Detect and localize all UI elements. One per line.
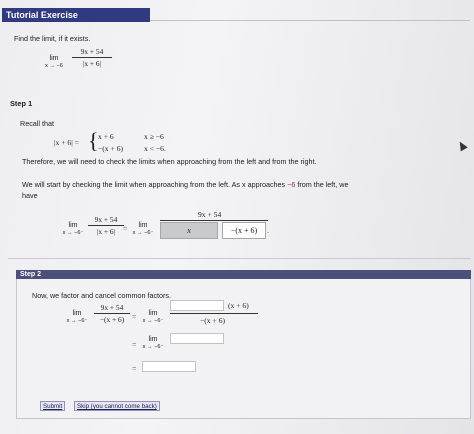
step2-lim-2: lim x → −6⁻ xyxy=(138,336,168,350)
step2-numerator-input[interactable] xyxy=(170,300,224,311)
step2-equals-2: = xyxy=(132,340,137,349)
left-intro-value: −6 xyxy=(287,180,296,189)
step1-rhs-numerator: 9x + 54 xyxy=(198,210,222,219)
problem-instruction: Find the limit, if it exists. xyxy=(14,34,91,43)
case1-expr: x + 6 xyxy=(98,132,114,141)
lim-text: lim xyxy=(148,336,158,343)
step2-panel xyxy=(16,279,471,419)
lim-text: lim xyxy=(49,55,59,62)
step1-denominator: |x + 6| xyxy=(96,227,116,236)
lim-text: lim xyxy=(72,310,82,317)
lim-approach: x → −6⁻ xyxy=(142,344,164,350)
abs-lhs: |x + 6| = xyxy=(54,138,79,147)
step1-lim-rhs: lim x → −6⁻ xyxy=(128,222,158,236)
step2-rhs-den: −(x + 6) xyxy=(200,316,226,325)
skip-button[interactable]: Skip (you cannot come back) xyxy=(74,401,160,411)
left-intro-a: We will start by checking the limit when… xyxy=(22,180,286,189)
piecewise-brace: { xyxy=(88,128,99,153)
step1-label: Step 1 xyxy=(10,99,33,108)
lim-approach: x → −6⁻ xyxy=(62,230,84,236)
recall-text: Recall that xyxy=(20,119,54,128)
answer-input-denominator[interactable]: −(x + 6) xyxy=(222,222,266,239)
fraction-bar xyxy=(88,225,124,226)
step1-fraction: 9x + 54 |x + 6| xyxy=(88,215,124,236)
page: Tutorial Exercise Find the limit, if it … xyxy=(0,0,474,434)
left-intro-b: from the left, we xyxy=(297,180,349,189)
step2-fraction: 9x + 54 −(x + 6) xyxy=(94,303,130,324)
problem-numerator: 9x + 54 xyxy=(80,47,104,56)
step1-equals: = xyxy=(123,224,128,233)
lim-approach: x → −6 xyxy=(45,63,63,69)
step2-lim-rhs: lim x → −6⁻ xyxy=(138,310,168,324)
lim-approach: x → −6⁻ xyxy=(66,318,88,324)
case2-cond: x < −6. xyxy=(144,144,166,153)
lim-text: lim xyxy=(68,222,78,229)
step2-label: Step 2 xyxy=(16,270,471,279)
step2-rhs-num: (x + 6) xyxy=(228,301,249,310)
problem-denominator: |x + 6| xyxy=(82,59,102,68)
answer-input-x[interactable]: x xyxy=(160,222,218,239)
lim-text: lim xyxy=(148,310,158,317)
problem-fraction: 9x + 54 |x + 6| xyxy=(72,47,112,68)
left-intro-line1: We will start by checking the limit when… xyxy=(22,180,348,189)
rhs-fraction-bar xyxy=(160,220,268,221)
step2-equals: = xyxy=(132,312,137,321)
tutorial-header: Tutorial Exercise xyxy=(2,8,150,22)
lim-text: lim xyxy=(138,222,148,229)
step2-numerator: 9x + 54 xyxy=(100,303,124,312)
step1-period: . xyxy=(267,226,269,235)
problem-lim: lim x → −6 xyxy=(40,55,68,69)
step2-final-input[interactable] xyxy=(142,361,196,372)
lim-approach: x → −6⁻ xyxy=(142,318,164,324)
fraction-bar xyxy=(94,313,130,314)
step2-rhs-bar xyxy=(170,313,258,314)
case1-cond: x ≥ −6 xyxy=(144,132,164,141)
step2-lim: lim x → −6⁻ xyxy=(62,310,92,324)
lim-approach: x → −6⁻ xyxy=(132,230,154,236)
header-rule xyxy=(150,20,470,21)
left-intro-line2: have xyxy=(22,191,38,200)
fraction-bar xyxy=(72,57,112,58)
case2-expr: −(x + 6) xyxy=(98,144,124,153)
step1-lim: lim x → −6⁻ xyxy=(58,222,88,236)
step1-numerator: 9x + 54 xyxy=(94,215,118,224)
step2-text: Now, we factor and cancel common factors… xyxy=(32,291,172,300)
step2-equals-3: = xyxy=(132,364,137,373)
step2-denominator: −(x + 6) xyxy=(99,315,125,324)
step2-simplified-input[interactable] xyxy=(170,333,224,344)
therefore-text: Therefore, we will need to check the lim… xyxy=(22,157,317,166)
submit-button[interactable]: Submit xyxy=(40,401,66,411)
